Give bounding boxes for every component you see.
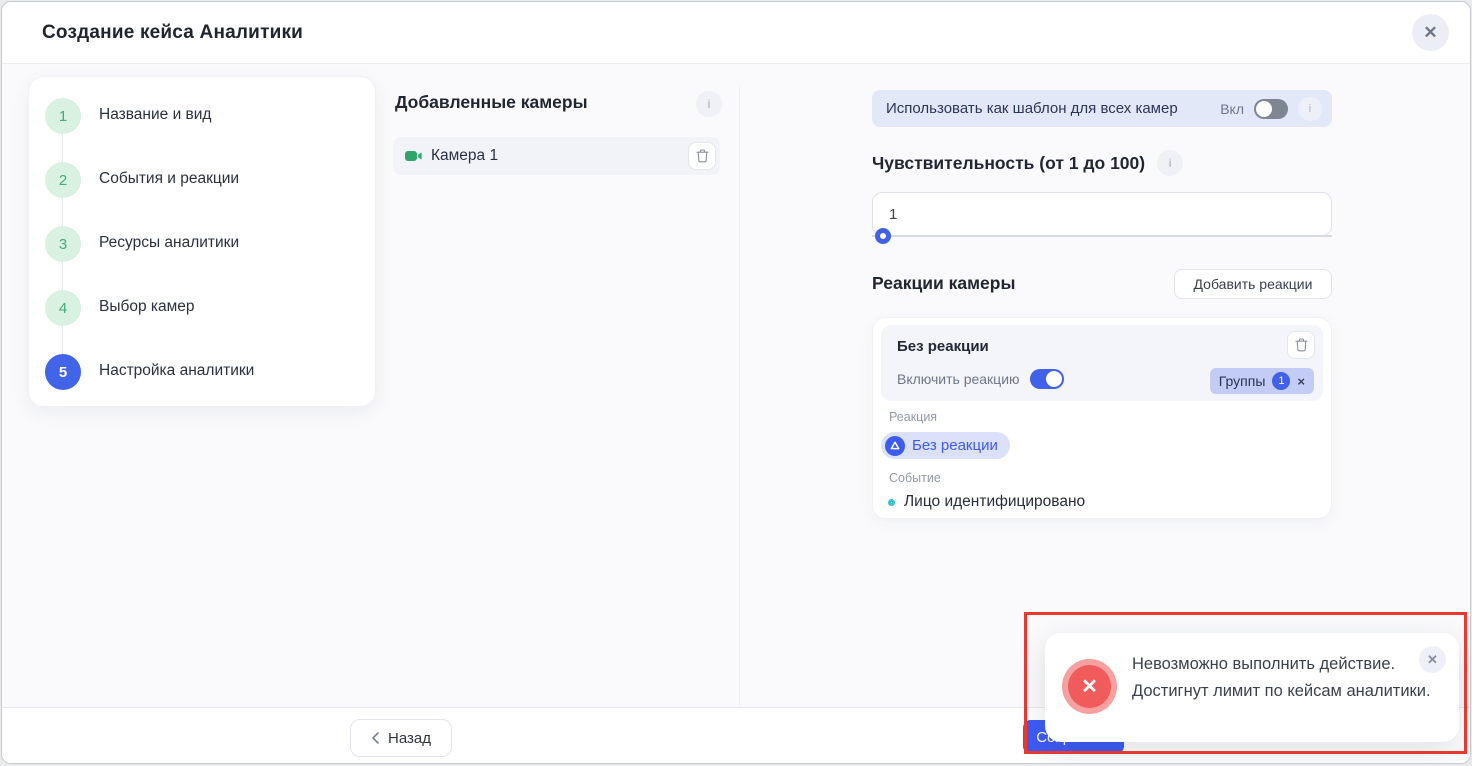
- panel-divider: [739, 87, 740, 705]
- back-button-label: Назад: [388, 730, 431, 747]
- step-5-label[interactable]: Настройка аналитики: [99, 362, 254, 380]
- camera-reactions-title: Реакции камеры: [872, 273, 1015, 294]
- enable-reaction-toggle[interactable]: [1030, 369, 1064, 389]
- back-button[interactable]: Назад: [350, 719, 452, 757]
- step-3-circle[interactable]: 3: [45, 226, 81, 262]
- reaction-card-header: Без реакции Включить реакцию Группы 1 ×: [881, 325, 1323, 401]
- dialog-header: Создание кейса Аналитики ✕: [2, 2, 1470, 64]
- remove-groups-icon[interactable]: ×: [1297, 374, 1305, 389]
- event-value-text: Лицо идентифицировано: [904, 493, 1085, 511]
- no-reaction-icon: [885, 436, 905, 456]
- sensitivity-info-button[interactable]: i: [1157, 150, 1183, 176]
- reaction-value-text: Без реакции: [912, 437, 998, 454]
- enable-reaction-label: Включить реакцию: [897, 371, 1020, 387]
- step-1-circle[interactable]: 1: [45, 98, 81, 134]
- info-icon: i: [1309, 103, 1311, 115]
- added-cameras-title: Добавленные камеры: [395, 92, 588, 113]
- close-button[interactable]: ✕: [1412, 14, 1449, 51]
- sensitivity-slider-track[interactable]: [872, 235, 1332, 237]
- step-4-circle[interactable]: 4: [45, 290, 81, 326]
- reaction-card-title: Без реакции: [897, 338, 989, 355]
- step-5-circle[interactable]: 5: [45, 354, 81, 390]
- groups-count-badge: 1: [1272, 372, 1290, 390]
- camera-name: Камера 1: [431, 147, 688, 165]
- step-4-label[interactable]: Выбор камер: [99, 298, 195, 316]
- step-2-circle[interactable]: 2: [45, 162, 81, 198]
- groups-chip[interactable]: Группы 1 ×: [1210, 368, 1314, 394]
- reaction-field-label: Реакция: [889, 410, 937, 424]
- close-icon: ✕: [1423, 24, 1437, 41]
- sensitivity-slider-thumb[interactable]: [875, 228, 891, 244]
- create-analytics-case-dialog: Создание кейса Аналитики ✕ 1 Название и …: [1, 1, 1471, 764]
- template-banner-label: Использовать как шаблон для всех камер: [886, 100, 1220, 117]
- wizard-stepper: 1 Название и вид 2 События и реакции 3 Р…: [28, 76, 376, 407]
- template-toggle-label: Вкл: [1220, 101, 1244, 117]
- camera-icon: [405, 150, 423, 162]
- delete-camera-button[interactable]: [688, 142, 716, 170]
- camera-list-item[interactable]: Камера 1: [393, 137, 720, 175]
- error-icon: ✕: [1062, 659, 1117, 714]
- error-x-icon: ✕: [1068, 665, 1111, 708]
- groups-chip-label: Группы: [1219, 373, 1266, 389]
- event-bullet-icon: [888, 499, 895, 506]
- close-icon: ✕: [1427, 652, 1438, 668]
- template-toggle[interactable]: [1254, 99, 1288, 119]
- toggle-knob: [1256, 101, 1272, 117]
- template-info-button[interactable]: i: [1298, 97, 1322, 121]
- toggle-knob: [1046, 371, 1062, 387]
- info-icon: i: [1169, 156, 1172, 170]
- event-row: Лицо идентифицировано: [888, 493, 1085, 511]
- toast-close-button[interactable]: ✕: [1419, 646, 1446, 673]
- add-reactions-button[interactable]: Добавить реакции: [1174, 269, 1332, 299]
- chevron-left-icon: [371, 732, 379, 744]
- toast-message: Невозможно выполнить действие. Достигнут…: [1132, 651, 1432, 705]
- reaction-value-chip[interactable]: Без реакции: [881, 432, 1010, 459]
- dialog-title: Создание кейса Аналитики: [42, 22, 303, 44]
- sensitivity-title: Чувствительность (от 1 до 100): [872, 153, 1145, 174]
- trash-icon: [1295, 338, 1308, 352]
- step-2-label[interactable]: События и реакции: [99, 170, 239, 188]
- template-banner: Использовать как шаблон для всех камер В…: [872, 90, 1332, 127]
- added-cameras-info-button[interactable]: i: [696, 91, 722, 117]
- info-icon: i: [708, 97, 711, 111]
- trash-icon: [696, 149, 709, 163]
- sensitivity-input[interactable]: [872, 192, 1332, 236]
- step-3-label[interactable]: Ресурсы аналитики: [99, 234, 239, 252]
- step-1-label[interactable]: Название и вид: [99, 106, 211, 124]
- event-field-label: Событие: [889, 471, 941, 485]
- reaction-card: Без реакции Включить реакцию Группы 1 × …: [872, 317, 1332, 519]
- delete-reaction-button[interactable]: [1287, 331, 1315, 359]
- error-toast: ✕ Невозможно выполнить действие. Достигн…: [1045, 633, 1459, 742]
